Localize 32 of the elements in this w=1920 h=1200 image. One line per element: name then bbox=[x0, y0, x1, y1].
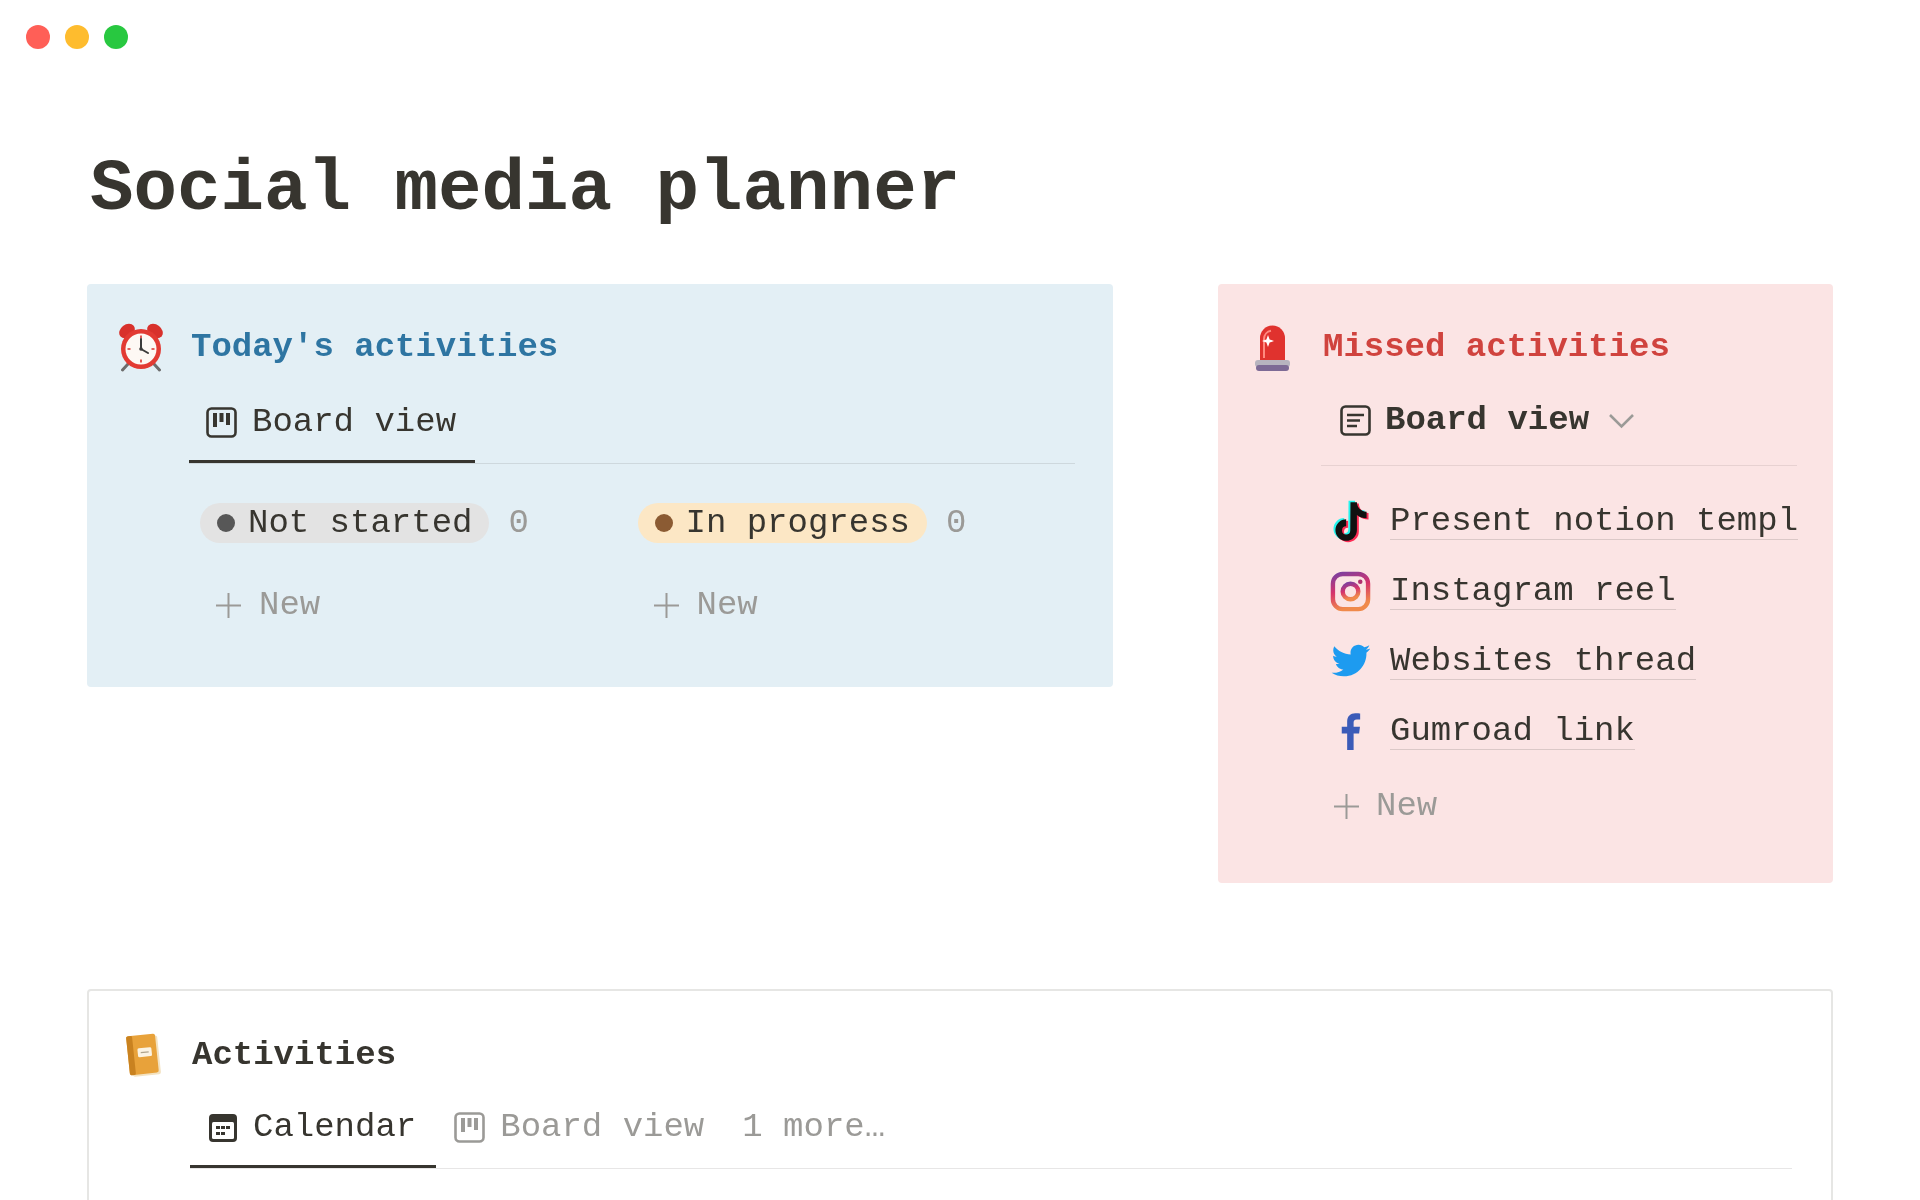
window-close-icon[interactable] bbox=[26, 25, 50, 49]
status-label: In progress bbox=[685, 503, 910, 543]
page-link[interactable]: Instagram reel bbox=[1390, 572, 1676, 610]
list-icon bbox=[1340, 405, 1371, 436]
database-title: Activities bbox=[192, 1034, 397, 1076]
status-label: Not started bbox=[248, 503, 473, 543]
card-count: 0 bbox=[945, 503, 967, 543]
board-icon bbox=[454, 1112, 486, 1143]
calendar-icon bbox=[208, 1112, 238, 1143]
window-zoom-icon[interactable] bbox=[104, 25, 128, 49]
view-dropdown[interactable]: Board view bbox=[1321, 390, 1636, 465]
database-title: Today's activities bbox=[191, 326, 559, 368]
camera-icon bbox=[1330, 570, 1371, 612]
alarm-clock-icon bbox=[116, 322, 166, 372]
window-minimize-icon[interactable] bbox=[65, 25, 89, 49]
database-title: Missed activities bbox=[1323, 327, 1670, 368]
card-count: 0 bbox=[508, 503, 529, 543]
view-tab[interactable]: Calendar bbox=[190, 1097, 437, 1168]
board-icon bbox=[206, 407, 237, 438]
plus-icon bbox=[652, 592, 680, 619]
plus-icon bbox=[215, 592, 242, 619]
view-tab[interactable]: Board view bbox=[189, 392, 476, 463]
chevron-down-icon bbox=[1608, 412, 1636, 429]
music-note-icon bbox=[1332, 499, 1369, 543]
f-logo-icon bbox=[1340, 712, 1361, 750]
page-link[interactable]: Present notion templ bbox=[1390, 502, 1799, 540]
plus-icon bbox=[1333, 793, 1360, 820]
page-link[interactable]: Websites thread bbox=[1390, 642, 1697, 680]
page-link[interactable]: Gumroad link bbox=[1390, 712, 1635, 750]
page-title: Social media planner bbox=[90, 148, 962, 233]
bird-icon bbox=[1330, 644, 1371, 678]
siren-icon bbox=[1254, 323, 1291, 372]
